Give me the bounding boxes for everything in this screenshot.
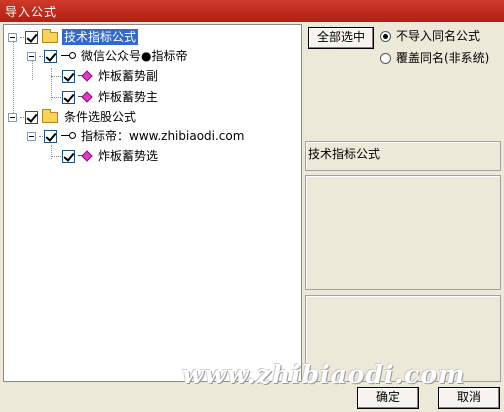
folder-icon [42,28,58,43]
description-panel [305,175,501,290]
tree-node-label: 技术指标公式 [62,29,139,45]
tree-checkbox[interactable] [44,129,57,143]
tree-node-label: 炸板蓄势选 [98,149,159,163]
formula-icon [78,69,92,83]
formula-tree[interactable]: 技术指标公式 微信公众号●指标帝 炸板蓄势副 炸板蓄势主 条件选股公式 指标帝： [3,24,302,382]
select-all-button[interactable]: 全部选中 [308,27,374,49]
tree-node-label: 指标帝：www.zhibiaodi.com [81,129,245,143]
tree-connector [13,39,14,119]
tree-connector [51,96,61,98]
tree-connector [51,155,61,157]
window-title: 导入公式 [0,0,504,22]
tree-node-tech-formulas[interactable]: 技术指标公式 [8,28,139,46]
skip-duplicates-label: 不导入同名公式 [396,29,481,43]
formula-icon [78,90,92,104]
tree-checkbox[interactable] [44,49,57,63]
tree-node-formula[interactable]: 炸板蓄势副 [51,67,160,85]
formula-icon [78,149,92,163]
overwrite-duplicates-label: 覆盖同名(非系统) [396,51,490,65]
collapse-toggle[interactable] [8,112,17,122]
collapse-toggle[interactable] [27,51,36,61]
tree-node-formula[interactable]: 炸板蓄势主 [51,88,160,106]
collapse-toggle[interactable] [8,32,17,42]
formula-type-title: 技术指标公式 [308,147,381,161]
tree-node-label: 炸板蓄势副 [98,69,159,83]
key-icon [60,50,76,62]
tree-checkbox[interactable] [62,69,75,83]
formula-type-panel: 技术指标公式 [305,141,501,171]
cancel-button[interactable]: 取消 [438,387,500,409]
tree-node-formula[interactable]: 炸板蓄势选 [51,147,160,165]
tree-connector [20,116,24,118]
tree-checkbox[interactable] [62,149,75,163]
key-icon [60,130,76,142]
tree-connector [51,75,61,77]
tree-node-label: 炸板蓄势主 [98,90,159,104]
overwrite-duplicates-radio[interactable] [380,53,391,64]
tree-node-stock-screen-formulas[interactable]: 条件选股公式 [8,108,138,126]
tree-node-zhibiaodi-group[interactable]: 指标帝：www.zhibiaodi.com [27,127,246,145]
tree-connector [39,135,43,137]
ok-button[interactable]: 确定 [357,387,419,409]
site-watermark: www.zhibiaodi.com [182,360,466,389]
tree-checkbox[interactable] [25,110,38,124]
tree-node-label: 条件选股公式 [64,110,137,124]
tree-node-wechat-group[interactable]: 微信公众号●指标帝 [27,47,189,65]
tree-connector [20,36,24,38]
skip-duplicates-radio[interactable] [380,31,391,42]
tree-checkbox[interactable] [25,30,38,44]
collapse-toggle[interactable] [27,131,36,141]
tree-node-label: 微信公众号●指标帝 [81,49,188,63]
tree-connector [39,55,43,57]
folder-icon [42,108,58,123]
tree-checkbox[interactable] [62,90,75,104]
